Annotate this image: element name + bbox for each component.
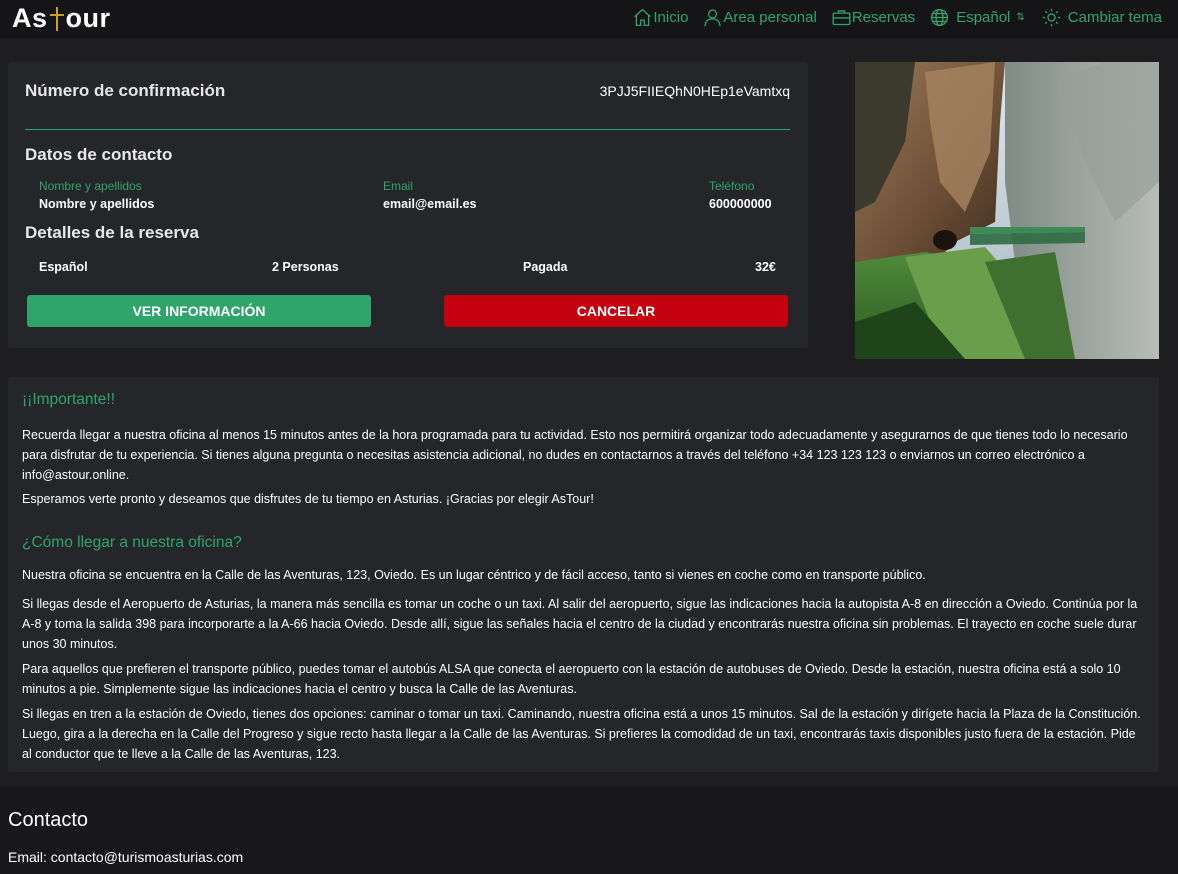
chevron-updown-icon: ⇅ bbox=[1016, 12, 1025, 23]
detail-price: 32€ bbox=[755, 260, 776, 274]
gorge-landscape-image bbox=[855, 62, 1159, 359]
nav-inicio-label: Inicio bbox=[653, 9, 689, 26]
logo-text-suffix: our bbox=[65, 3, 111, 33]
phone-value: 600000000 bbox=[709, 197, 772, 211]
important-paragraph-2: Esperamos verte pronto y deseamos que di… bbox=[22, 492, 594, 506]
sun-icon bbox=[1042, 8, 1061, 27]
details-section-title: Detalles de la reserva bbox=[25, 223, 199, 242]
briefcase-icon bbox=[832, 10, 851, 26]
important-heading: ¡¡Importante!! bbox=[22, 391, 116, 408]
language-select-value: Español bbox=[956, 9, 1011, 26]
nav-cambiar-tema[interactable]: Cambiar tema bbox=[1041, 7, 1162, 28]
home-icon bbox=[634, 8, 652, 27]
confirmation-label: Número de confirmación bbox=[25, 81, 226, 100]
logo-text-prefix: As bbox=[12, 3, 48, 33]
nav-area-personal-label: Area personal bbox=[723, 9, 817, 26]
phone-label: Teléfono bbox=[709, 179, 755, 193]
nav-cambiar-tema-label: Cambiar tema bbox=[1067, 9, 1162, 26]
footer-title: Contacto bbox=[8, 809, 89, 831]
cancel-button[interactable]: CANCELAR bbox=[444, 295, 788, 327]
divider bbox=[25, 129, 790, 130]
footer: Contacto Email: contacto@turismoasturias… bbox=[0, 787, 1178, 874]
user-icon bbox=[704, 9, 722, 27]
detail-people: 2 Personas bbox=[272, 260, 339, 274]
globe-icon bbox=[931, 8, 949, 27]
footer-email: Email: contacto@turismoasturias.com bbox=[8, 849, 244, 865]
main-nav: Inicio Area personal Reservas Español ⇅ bbox=[632, 7, 1162, 28]
top-navbar: As our Inicio Area personal Reservas Esp… bbox=[0, 0, 1178, 38]
office-paragraph-2: Si llegas desde el Aeropuerto de Asturia… bbox=[22, 597, 1138, 651]
email-label: Email bbox=[383, 179, 414, 193]
cross-icon bbox=[49, 6, 65, 31]
info-panel: ¡¡Importante!! Recuerda llegar a nuestra… bbox=[8, 377, 1159, 772]
office-paragraph-3: Para aquellos que prefieren el transport… bbox=[22, 662, 1121, 696]
important-paragraph-1: Recuerda llegar a nuestra oficina al men… bbox=[22, 428, 1128, 482]
office-paragraph-4: Si llegas en tren a la estación de Ovied… bbox=[22, 707, 1141, 761]
contact-section-title: Datos de contacto bbox=[25, 145, 173, 164]
nav-area-personal[interactable]: Area personal bbox=[702, 7, 817, 28]
nav-reservas[interactable]: Reservas bbox=[831, 7, 915, 28]
office-heading: ¿Cómo llegar a nuestra oficina? bbox=[22, 534, 242, 551]
astour-logo[interactable]: As our bbox=[12, 3, 111, 34]
office-paragraph-1: Nuestra oficina se encuentra en la Calle… bbox=[22, 568, 926, 582]
name-label: Nombre y apellidos bbox=[39, 179, 142, 193]
nav-inicio[interactable]: Inicio bbox=[632, 7, 688, 28]
nav-reservas-label: Reservas bbox=[851, 9, 916, 26]
detail-status: Pagada bbox=[523, 260, 568, 274]
name-value: Nombre y apellidos bbox=[39, 197, 155, 211]
destination-photo bbox=[855, 62, 1159, 359]
language-select[interactable]: Español ⇅ bbox=[929, 7, 1025, 28]
email-value: email@email.es bbox=[383, 197, 477, 211]
confirmation-number: 3PJJ5FIIEQhN0HEp1eVamtxq bbox=[599, 83, 790, 99]
booking-card: Número de confirmación 3PJJ5FIIEQhN0HEp1… bbox=[8, 62, 808, 348]
view-info-button[interactable]: VER INFORMACIÓN bbox=[27, 295, 371, 327]
detail-language: Español bbox=[39, 260, 88, 274]
